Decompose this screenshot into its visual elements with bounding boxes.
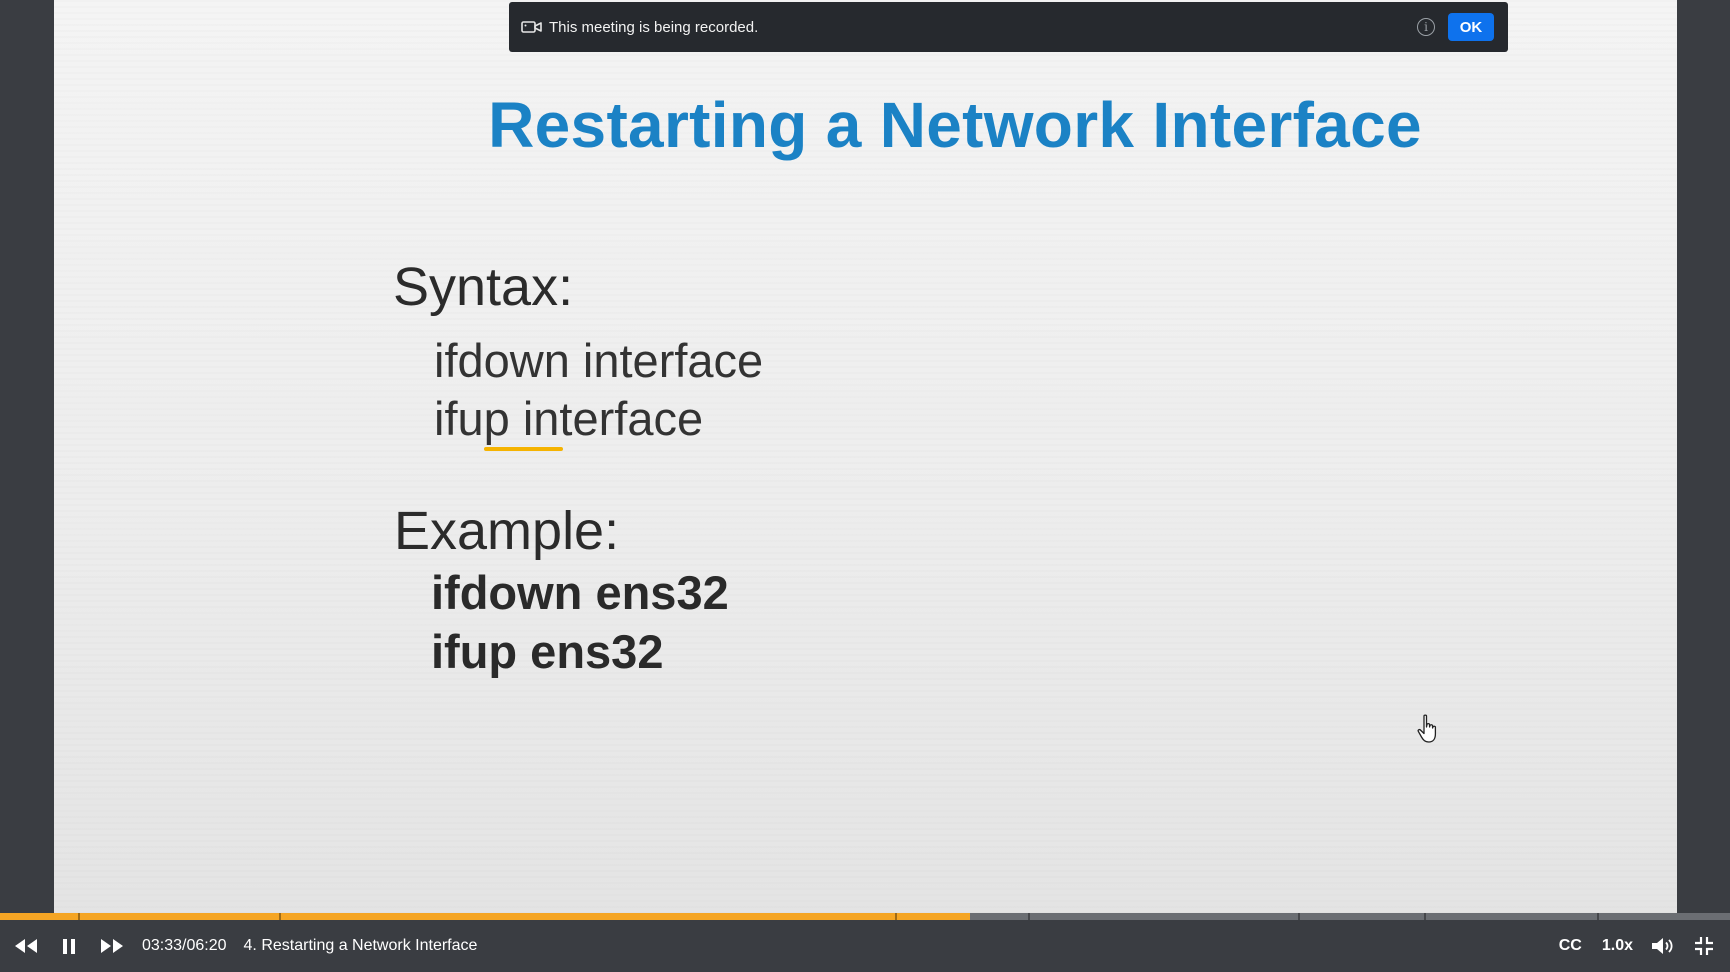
video-stage[interactable]: This meeting is being recorded. i OK Res… — [54, 0, 1677, 913]
example-heading: Example: — [394, 501, 620, 561]
hand-cursor-icon — [1416, 714, 1440, 746]
pause-icon[interactable] — [58, 934, 80, 958]
chapter-marker — [1028, 913, 1030, 920]
example-line: ifdown ens32 — [431, 566, 729, 619]
chapter-marker — [1298, 913, 1300, 920]
chapter-title: 4. Restarting a Network Interface — [243, 937, 478, 954]
chapter-marker — [1424, 913, 1426, 920]
rewind-icon[interactable] — [12, 934, 40, 958]
chapter-marker — [895, 913, 897, 920]
progress-bar[interactable] — [0, 913, 1730, 920]
chapter-marker — [78, 913, 80, 920]
fast-forward-icon[interactable] — [98, 934, 126, 958]
syntax-line: ifup interface — [434, 392, 704, 445]
player-controls: 03:33/06:20 4. Restarting a Network Inte… — [0, 920, 1730, 972]
captions-button[interactable]: CC — [1559, 937, 1582, 955]
highlight-underline — [484, 447, 563, 451]
speed-button[interactable]: 1.0x — [1602, 937, 1633, 955]
camera-icon — [521, 19, 543, 35]
exit-fullscreen-icon[interactable] — [1692, 934, 1716, 958]
info-icon[interactable]: i — [1417, 18, 1435, 36]
syntax-line: ifdown interface — [434, 334, 764, 387]
time-display: 03:33/06:20 — [142, 937, 227, 954]
chapter-marker — [1597, 913, 1599, 920]
slide-title: Restarting a Network Interface — [488, 89, 1422, 161]
syntax-heading: Syntax: — [393, 257, 574, 317]
recording-message: This meeting is being recorded. — [549, 18, 759, 36]
ok-button[interactable]: OK — [1448, 13, 1494, 41]
progress-fill — [0, 913, 970, 920]
volume-icon[interactable] — [1649, 934, 1677, 958]
chapter-marker — [279, 913, 281, 920]
example-line: ifup ens32 — [431, 625, 664, 678]
recording-banner: This meeting is being recorded. i OK — [509, 2, 1508, 52]
